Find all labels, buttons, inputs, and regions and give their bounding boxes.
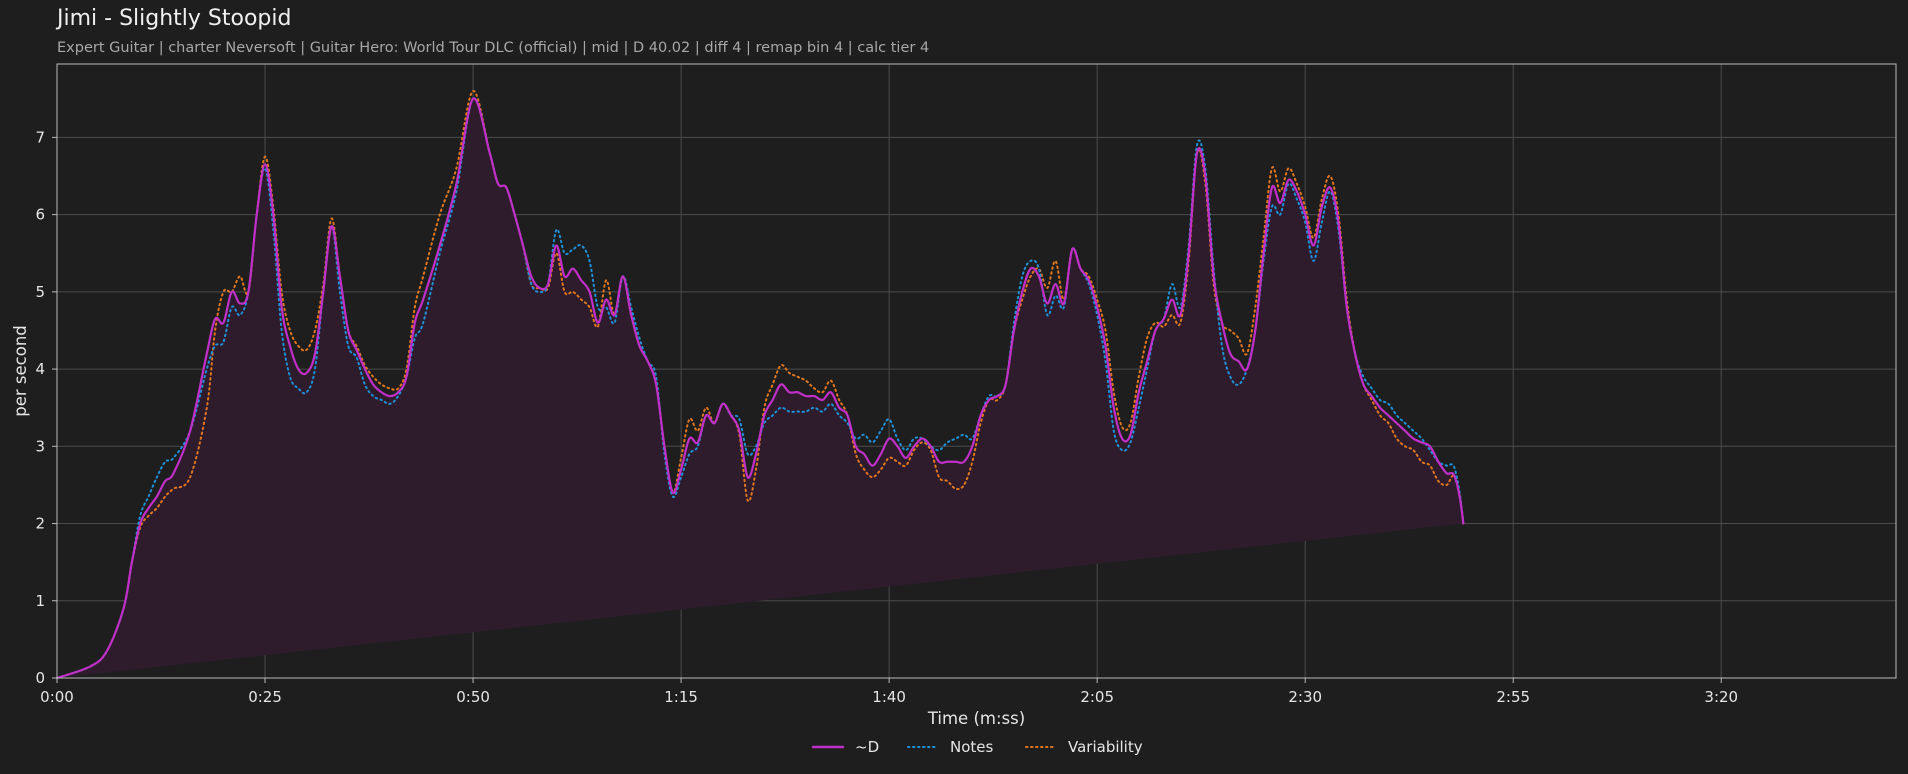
x-tick-label: 3:20 (1704, 688, 1738, 706)
legend-label-notes: Notes (950, 738, 994, 756)
x-tick-label: 0:00 (40, 688, 74, 706)
x-tick-label: 2:55 (1496, 688, 1530, 706)
y-tick-label: 1 (35, 592, 45, 610)
x-tick-label: 1:15 (664, 688, 698, 706)
x-tick-label: 0:25 (248, 688, 282, 706)
y-tick-label: 7 (35, 128, 45, 146)
y-tick-label: 2 (35, 515, 45, 533)
y-tick-label: 4 (35, 360, 45, 378)
x-tick-label: 2:30 (1288, 688, 1322, 706)
y-tick-label: 5 (35, 283, 45, 301)
y-tick-label: 6 (35, 206, 45, 224)
legend-label-variability: Variability (1068, 738, 1143, 756)
legend: ~D Notes Variability (811, 738, 1143, 756)
chart-svg: 0:00 0:25 0:50 1:15 1:40 2:05 2:30 2:55 3:20 0 1 2 3… (11, 63, 1897, 756)
y-tick-label: 0 (35, 669, 45, 687)
x-axis-label: Time (m:ss) (927, 709, 1025, 728)
x-tick-label: 1:40 (872, 688, 906, 706)
y-tick-label: 3 (35, 437, 45, 455)
x-tick-label: 0:50 (456, 688, 490, 706)
y-axis-label: per second (11, 325, 30, 417)
legend-label-d: ~D (855, 738, 879, 756)
x-tick-label: 2:05 (1080, 688, 1114, 706)
